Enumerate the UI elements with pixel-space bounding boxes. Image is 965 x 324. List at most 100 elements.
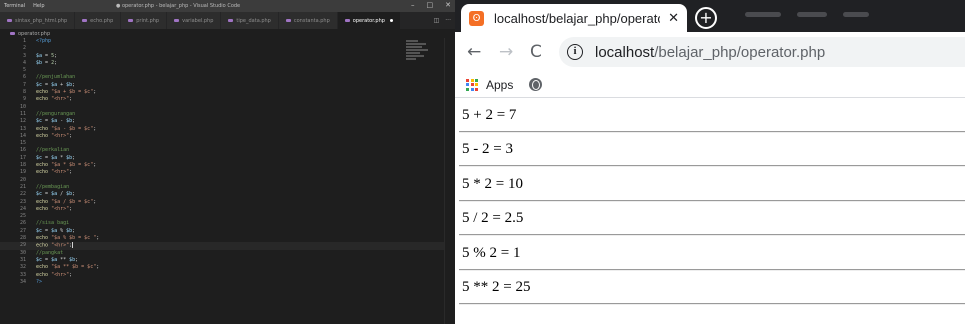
code-line[interactable]: 9 echo "<hr>";: [0, 96, 455, 103]
tab-operator[interactable]: operator.php: [337, 12, 401, 29]
code-line[interactable]: 33 echo "<hr>";: [0, 272, 455, 279]
editor-scrollbar[interactable]: [444, 38, 455, 324]
code-line[interactable]: 25: [0, 213, 455, 220]
code-line[interactable]: 22 $c = $a / $b;: [0, 191, 455, 198]
line-number: 19: [19, 169, 26, 176]
window-controls: – □ ✕: [411, 1, 451, 9]
code-line[interactable]: 5: [0, 67, 455, 74]
new-tab-button[interactable]: +: [695, 7, 717, 29]
tab-label: tipe_data.php: [236, 17, 271, 24]
code-line[interactable]: 27 $c = $a % $b;: [0, 228, 455, 235]
minimap[interactable]: [406, 40, 436, 68]
code-editor[interactable]: 1 <?php 2 3 $a = 5; 4 $b = 2; 5 6 //penjumlahan 7 $…: [0, 38, 455, 324]
site-info-icon[interactable]: i: [567, 44, 583, 60]
code-line[interactable]: 2: [0, 45, 455, 52]
result-text: 5 * 2 = 10: [462, 175, 523, 192]
more-actions-icon[interactable]: ···: [445, 17, 451, 24]
code-token: ;: [93, 162, 97, 169]
back-button[interactable]: ←: [467, 42, 481, 62]
line-number: 1: [22, 38, 26, 44]
address-bar[interactable]: i localhost/belajar_php/operator.php: [559, 37, 965, 67]
code-line[interactable]: 20: [0, 177, 455, 184]
maximize-icon[interactable]: □: [427, 1, 434, 9]
menu-help[interactable]: Help: [33, 3, 44, 9]
code-token: echo: [36, 89, 49, 96]
tab-variabel[interactable]: variabel.php: [167, 12, 222, 29]
code-text: echo "$a % $b = $c ";: [36, 235, 99, 242]
apps-dot: [466, 78, 469, 82]
split-editor-icon[interactable]: ◫: [434, 17, 440, 24]
code-line[interactable]: 11 //pengurangan: [0, 111, 455, 118]
code-line[interactable]: 7 $c = $a + $b;: [0, 82, 455, 89]
tab-sintax-php-html[interactable]: sintax_php_html.php: [0, 12, 76, 29]
code-line[interactable]: 32 echo "$a ** $b = $c";: [0, 264, 455, 271]
code-line[interactable]: 15: [0, 140, 455, 147]
apps-dot: [466, 83, 469, 86]
code-token: **: [57, 256, 70, 263]
code-line[interactable]: 24 echo "<hr>";: [0, 206, 455, 213]
tab-tipe-data[interactable]: tipe_data.php: [221, 12, 279, 29]
result-row: 5 + 2 = 7: [459, 99, 965, 133]
code-token: "$a / $b = $c": [51, 198, 94, 205]
line-number: 16: [19, 147, 26, 154]
code-line[interactable]: 31 $c = $a ** $b;: [0, 257, 455, 264]
code-line[interactable]: 18 echo "$a * $b = $c";: [0, 162, 455, 169]
code-line[interactable]: 30 //pangkat: [0, 250, 455, 257]
code-line[interactable]: 19 echo "<hr>";: [0, 169, 455, 176]
tab-close-icon[interactable]: ✕: [668, 11, 679, 26]
globe-bookmark-icon[interactable]: [529, 78, 543, 91]
breadcrumb[interactable]: operator.php: [0, 29, 50, 38]
code-token: //penjumlahan: [36, 74, 76, 81]
apps-grid-icon[interactable]: [466, 78, 478, 91]
code-line[interactable]: 26 //sisa bagi: [0, 220, 455, 227]
browser-tab-title: localhost/belajar_php/operator.p: [494, 10, 660, 26]
reload-button[interactable]: C: [530, 42, 542, 62]
code-line[interactable]: 28 echo "$a % $b = $c ";: [0, 235, 455, 242]
code-token: echo: [36, 125, 49, 132]
tab-label: print.php: [136, 17, 160, 24]
browser-tab-operator[interactable]: ʘ localhost/belajar_php/operator.p ✕: [461, 4, 687, 32]
code-line[interactable]: 29 echo "<hr>";: [0, 242, 455, 250]
tab-print[interactable]: print.php: [121, 12, 168, 29]
line-number: 29: [19, 242, 26, 249]
code-line[interactable]: 12 $c = $a - $b;: [0, 118, 455, 125]
unsaved-dot-icon[interactable]: [389, 19, 393, 22]
php-file-icon: [228, 19, 234, 22]
code-line[interactable]: 10: [0, 104, 455, 111]
url-text[interactable]: localhost/belajar_php/operator.php: [595, 44, 825, 61]
menu-terminal[interactable]: Terminal: [4, 3, 25, 9]
code-token: echo: [36, 96, 49, 103]
line-number: 17: [19, 154, 26, 161]
code-line[interactable]: 21 //pembagian: [0, 184, 455, 191]
forward-button[interactable]: →: [499, 42, 513, 62]
code-token: =: [42, 118, 52, 125]
code-line[interactable]: 34 ?>: [0, 279, 455, 286]
line-number: 11: [19, 110, 26, 117]
code-line[interactable]: 14 echo "<hr>";: [0, 133, 455, 140]
code-line[interactable]: 4 $b = 2;: [0, 60, 455, 67]
tab-echo[interactable]: echo.php: [75, 12, 122, 29]
code-token: "$a ** $b = $c": [51, 264, 97, 271]
code-line[interactable]: 23 echo "$a / $b = $c";: [0, 199, 455, 206]
result-row: 5 * 2 = 10: [459, 168, 965, 202]
code-token: <?php: [36, 38, 52, 44]
apps-bookmark[interactable]: Apps: [486, 78, 513, 92]
code-line[interactable]: 17 $c = $a * $b;: [0, 155, 455, 162]
code-token: =: [42, 154, 52, 161]
code-line[interactable]: 1 <?php: [0, 38, 455, 45]
minimize-icon[interactable]: –: [411, 1, 415, 9]
code-line[interactable]: 3 $a = 5;: [0, 53, 455, 60]
code-line[interactable]: 13 echo "$a - $b = $c";: [0, 126, 455, 133]
close-icon[interactable]: ✕: [445, 1, 451, 9]
code-text: echo "<hr>";: [36, 272, 72, 279]
window-title: ● operator.php - belajar_php - Visual St…: [116, 3, 241, 9]
code-line[interactable]: 6 //penjumlahan: [0, 74, 455, 81]
line-number: 28: [19, 235, 26, 242]
tab-constanta[interactable]: constanta.php: [278, 12, 338, 29]
line-number: 31: [19, 256, 26, 263]
line-number: 13: [19, 125, 26, 132]
line-number: 23: [19, 198, 26, 205]
code-line[interactable]: 16 //perkalian: [0, 147, 455, 154]
code-line[interactable]: 8 echo "$a + $b = $c";: [0, 89, 455, 96]
code-token: ;: [69, 271, 73, 278]
